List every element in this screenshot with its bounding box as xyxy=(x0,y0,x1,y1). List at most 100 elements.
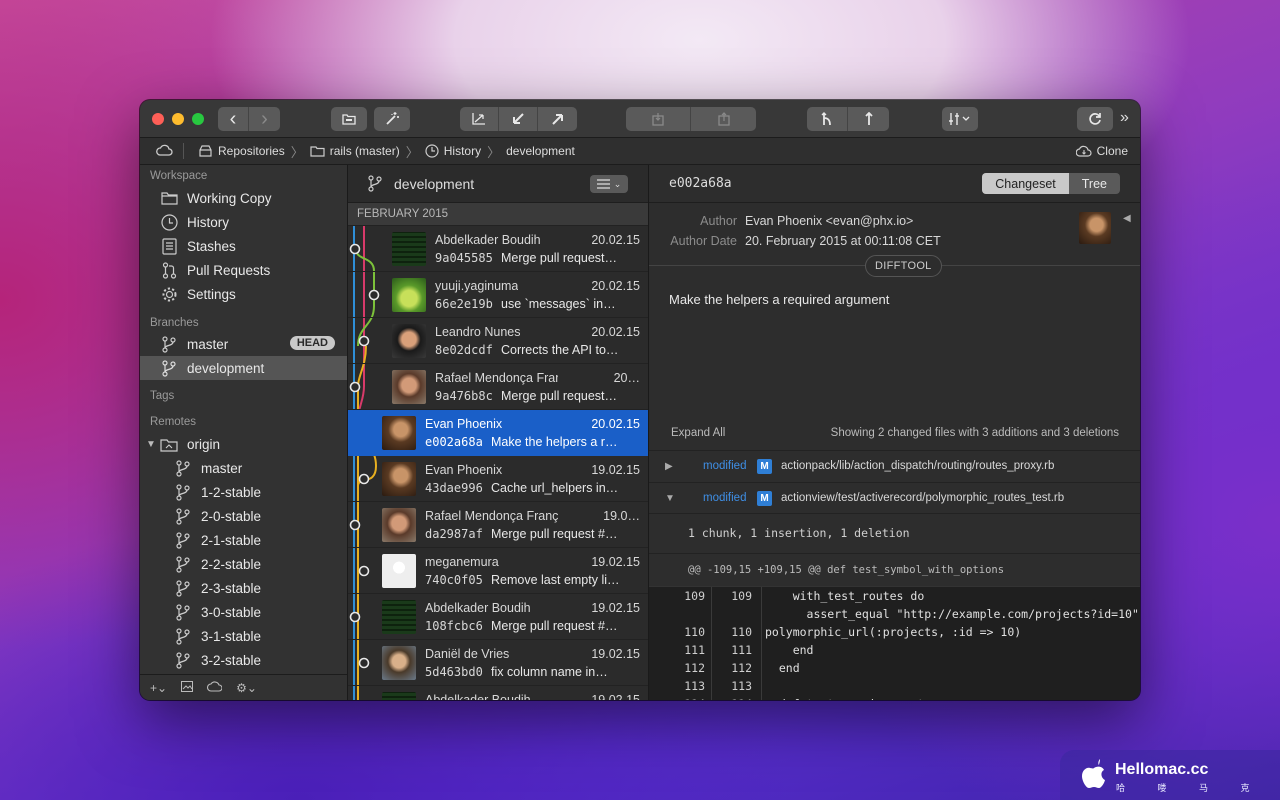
sidebar-item-remote-branch[interactable]: 2-1-stable xyxy=(140,528,347,552)
expand-all-label[interactable]: Expand All xyxy=(671,427,725,439)
section-branches: Branches xyxy=(150,317,199,329)
sidebar-item-pull-requests[interactable]: Pull Requests xyxy=(140,258,347,282)
back-button[interactable]: ‹ xyxy=(218,107,249,131)
show-in-finder-button[interactable] xyxy=(331,107,367,131)
commit-date: 19.02.15 xyxy=(591,693,640,700)
new-line-number: 112 xyxy=(731,661,752,675)
difftool-button[interactable]: DIFFTOOL xyxy=(865,255,942,277)
commit-date: 19.02.15 xyxy=(591,601,640,615)
commit-date: 20.02.15 xyxy=(591,417,640,431)
sidebar-item-history[interactable]: History xyxy=(140,210,347,234)
rebase-button[interactable] xyxy=(848,107,889,131)
author-date-label: Author Date xyxy=(670,234,737,248)
sidebar-item-remote-branch[interactable]: 3-0-stable xyxy=(140,600,347,624)
sidebar-item-branch-development[interactable]: development xyxy=(140,356,347,380)
pop-stash-button[interactable] xyxy=(691,107,756,131)
clone-button[interactable]: Clone xyxy=(1075,144,1128,158)
commit-row[interactable]: Evan Phoenix 19.02.15 43dae996 Cache url_he… xyxy=(348,456,648,502)
commit-row[interactable]: meganemura 19.02.15 740c0f05 Remove last em… xyxy=(348,548,648,594)
branch-icon xyxy=(174,531,192,549)
commit-row[interactable]: Rafael Mendonça França 19.0… da2987af Merge… xyxy=(348,502,648,548)
merge-button[interactable] xyxy=(807,107,848,131)
list-icon xyxy=(596,179,610,189)
sliders-icon xyxy=(949,113,970,125)
changed-file-row[interactable]: ▼ modified M actionview/test/activerecor… xyxy=(649,482,1140,513)
commit-row[interactable]: Daniël de Vries 19.02.15 5d463bd0 fix colum… xyxy=(348,640,648,686)
crumb-repository[interactable]: rails (master) xyxy=(310,144,400,158)
commit-author: Abdelkader Boudih xyxy=(435,233,541,247)
crumb-branch[interactable]: development xyxy=(506,144,575,158)
changed-file-row[interactable]: ▶ modified M actionpack/lib/action_dispa… xyxy=(649,450,1140,481)
cloud-icon[interactable] xyxy=(207,680,223,695)
triangle-left-icon[interactable]: ◀ xyxy=(1123,213,1131,224)
commit-row[interactable]: Rafael Mendonça França 20… 9a476b8c Merge p… xyxy=(348,364,648,410)
crumb-repositories[interactable]: Repositories xyxy=(198,144,285,158)
sidebar-item-remote-branch[interactable]: 3-2-stable xyxy=(140,648,347,672)
sidebar-item-stashes[interactable]: Stashes xyxy=(140,234,347,258)
diff-code-view: 109 109 with_test_routes do assert_equal … xyxy=(649,586,1140,700)
sidebar-item-remote-branch[interactable]: 2-0-stable xyxy=(140,504,347,528)
sidebar-item-remote-branch[interactable]: 3-1-stable xyxy=(140,624,347,648)
chevron-right-icon: 〉 xyxy=(487,144,501,160)
sidebar-item-remote-branch[interactable]: master xyxy=(140,456,347,480)
list-options-button[interactable]: ⌄ xyxy=(590,175,628,193)
view-options-button[interactable] xyxy=(942,107,978,131)
commit-row[interactable]: Leandro Nunes 20.02.15 8e02dcdf Corrects th… xyxy=(348,318,648,364)
magic-wand-button[interactable] xyxy=(374,107,410,131)
commit-row[interactable]: Evan Phoenix 20.02.15 e002a68a Make the hel… xyxy=(348,410,648,456)
section-tags[interactable]: Tags xyxy=(150,390,174,402)
chevron-right-icon: 〉 xyxy=(405,144,419,160)
old-line-number: 114 xyxy=(655,695,705,700)
avatar xyxy=(382,692,416,700)
disclosure-triangle-down-icon[interactable]: ▼ xyxy=(665,493,689,504)
code-line: assert_equal "http://example.com/project… xyxy=(649,605,1140,623)
commit-hash: 740c0f05 xyxy=(425,573,483,587)
minimize-window-button[interactable] xyxy=(172,113,184,125)
add-menu-button[interactable]: +⌄ xyxy=(150,681,167,695)
sidebar-item-remote-branch[interactable]: 1-2-stable xyxy=(140,480,347,504)
gutter-divider xyxy=(761,587,762,700)
sidebar-item-remote-origin[interactable]: ▼ origin xyxy=(140,432,347,456)
sidebar-item-settings[interactable]: Settings xyxy=(140,282,347,306)
cloud-download-icon xyxy=(1075,145,1092,157)
avatar xyxy=(392,232,426,266)
clone-label: Clone xyxy=(1096,144,1128,158)
sidebar-item-remote-branch[interactable]: 2-3-stable xyxy=(140,576,347,600)
pull-button[interactable] xyxy=(499,107,538,131)
stash-button[interactable] xyxy=(626,107,691,131)
refresh-button[interactable] xyxy=(1077,107,1113,131)
sidebar-item-remote-branch[interactable]: 2-2-stable xyxy=(140,552,347,576)
sidebar-item-working-copy[interactable]: Working Copy xyxy=(140,186,347,210)
commit-row[interactable]: Abdelkader Boudih 19.02.15 xyxy=(348,686,648,700)
crumb-history[interactable]: History xyxy=(425,144,481,158)
zoom-window-button[interactable] xyxy=(192,113,204,125)
image-icon[interactable] xyxy=(181,680,194,695)
old-line-number: 112 xyxy=(684,661,705,675)
divider xyxy=(649,513,1140,514)
forward-button[interactable]: › xyxy=(249,107,280,131)
avatar xyxy=(382,600,416,634)
code-text: polymorphic_url(:projects, :id => 10) xyxy=(765,625,1022,639)
cloud-icon[interactable] xyxy=(156,144,173,159)
commit-row[interactable]: yuuji.yaginuma 20.02.15 66e2e19b use `messa… xyxy=(348,272,648,318)
fetch-button[interactable] xyxy=(460,107,499,131)
commit-hash: e002a68a xyxy=(669,176,732,191)
author-value[interactable]: Evan Phoenix <evan@phx.io> xyxy=(745,214,913,228)
sidebar-item-branch-master[interactable]: master HEAD xyxy=(140,332,347,356)
commit-date: 19.0… xyxy=(603,509,640,523)
close-window-button[interactable] xyxy=(152,113,164,125)
commit-date: 20.02.15 xyxy=(591,325,640,339)
push-button[interactable] xyxy=(538,107,577,131)
disclosure-triangle-down-icon[interactable]: ▼ xyxy=(146,439,160,450)
gear-menu-button[interactable]: ⚙⌄ xyxy=(236,681,257,695)
rebase-icon xyxy=(864,112,873,125)
disclosure-triangle-right-icon[interactable]: ▶ xyxy=(665,461,689,472)
commit-message: Merge pull request… xyxy=(501,389,618,403)
toolbar-overflow-button[interactable]: » xyxy=(1120,109,1129,127)
new-line-number: 109 xyxy=(731,589,752,603)
commit-row[interactable]: Abdelkader Boudih 20.02.15 9a045585 Merge p… xyxy=(348,226,648,272)
tab-changeset[interactable]: Changeset xyxy=(982,173,1069,194)
tab-tree[interactable]: Tree xyxy=(1069,173,1120,194)
commit-row[interactable]: Abdelkader Boudih 19.02.15 108fcbc6 Merge p… xyxy=(348,594,648,640)
crumb-label: development xyxy=(506,144,575,158)
